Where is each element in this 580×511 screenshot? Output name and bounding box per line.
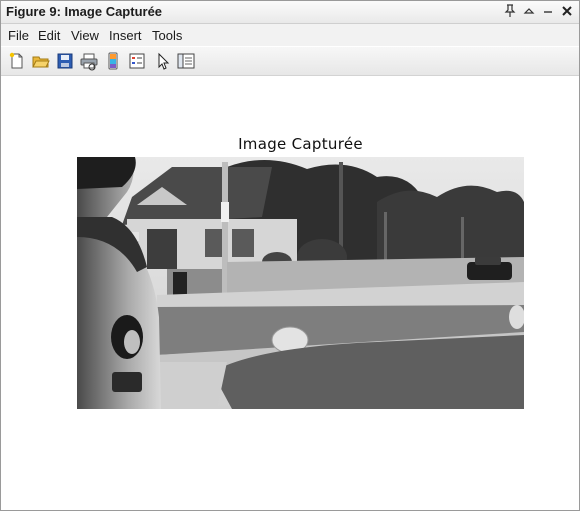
menu-insert[interactable]: Insert [109, 28, 142, 43]
menu-view[interactable]: View [71, 28, 99, 43]
window-controls [503, 3, 573, 21]
restore-icon[interactable] [522, 4, 535, 20]
dock-panel-icon[interactable] [176, 51, 196, 71]
axes-title: Image Capturée [238, 135, 363, 153]
menu-tools[interactable]: Tools [152, 28, 182, 43]
title-bar[interactable]: Figure 9: Image Capturée [1, 1, 579, 24]
menu-file[interactable]: File [8, 28, 29, 43]
captured-image [77, 157, 524, 409]
link-plot-icon[interactable] [103, 51, 123, 71]
save-icon[interactable] [55, 51, 75, 71]
toolbar [1, 47, 579, 76]
print-icon[interactable] [79, 51, 99, 71]
insert-legend-icon[interactable] [127, 51, 147, 71]
new-figure-icon[interactable] [7, 51, 27, 71]
pointer-icon[interactable] [153, 51, 173, 71]
close-icon[interactable] [560, 4, 573, 20]
minimize-icon[interactable] [541, 4, 554, 20]
menu-edit[interactable]: Edit [38, 28, 60, 43]
open-file-icon[interactable] [31, 51, 51, 71]
pin-icon[interactable] [503, 4, 516, 20]
window-title: Figure 9: Image Capturée [6, 4, 163, 19]
menu-bar: File Edit View Insert Tools [1, 24, 579, 46]
